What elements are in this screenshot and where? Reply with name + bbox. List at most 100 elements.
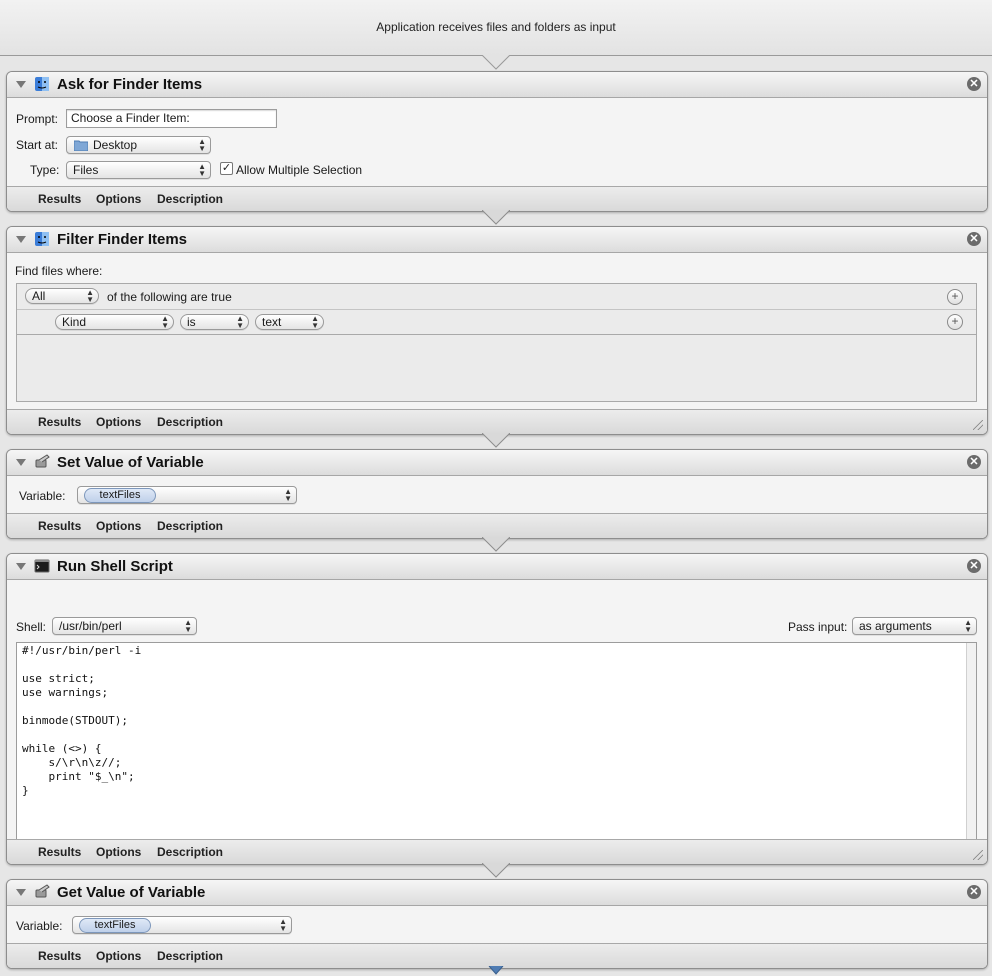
variable-popup[interactable]: textFiles ▲ ▼ bbox=[77, 486, 297, 504]
action-get-value-of-variable: Get Value of Variable ✕ Variable: textFi… bbox=[6, 879, 988, 969]
action-body: Shell: /usr/bin/perl ▲ ▼ Pass input: as a… bbox=[7, 580, 987, 864]
connector-arrow bbox=[482, 433, 510, 448]
popup-arrows-icon: ▲ ▼ bbox=[86, 288, 94, 304]
script-editor[interactable]: #!/usr/bin/perl -i use strict; use warni… bbox=[16, 642, 977, 856]
start-at-value: Desktop bbox=[93, 138, 138, 152]
close-icon[interactable]: ✕ bbox=[967, 885, 981, 899]
close-icon[interactable]: ✕ bbox=[967, 559, 981, 573]
action-footer: Results Options Description bbox=[7, 839, 987, 864]
variable-icon bbox=[35, 454, 50, 468]
match-suffix: of the following are true bbox=[107, 290, 232, 304]
connector-arrow bbox=[482, 537, 510, 552]
match-value: All bbox=[32, 289, 46, 303]
popup-arrows-icon: ▲ ▼ bbox=[964, 618, 972, 634]
options-tab[interactable]: Options bbox=[96, 519, 141, 533]
criterion-operator: is bbox=[187, 315, 196, 329]
action-run-shell-script: Run Shell Script ✕ Shell: /usr/bin/perl … bbox=[6, 553, 988, 865]
folder-icon bbox=[74, 140, 88, 151]
disclosure-triangle-icon[interactable] bbox=[16, 236, 26, 243]
action-title: Get Value of Variable bbox=[57, 884, 206, 901]
scrollbar[interactable] bbox=[966, 643, 976, 855]
allow-multiple-checkbox[interactable]: ✓ bbox=[220, 162, 233, 175]
description-tab[interactable]: Description bbox=[157, 949, 223, 963]
action-set-value-of-variable: Set Value of Variable ✕ Variable: textFi… bbox=[6, 449, 988, 539]
start-at-label: Start at: bbox=[16, 138, 59, 152]
criteria-box: All ▲ ▼ of the following are true + Kind … bbox=[16, 283, 977, 402]
resize-handle[interactable] bbox=[973, 850, 983, 860]
description-tab[interactable]: Description bbox=[157, 845, 223, 859]
popup-arrows-icon: ▲ ▼ bbox=[236, 314, 244, 330]
results-tab[interactable]: Results bbox=[38, 845, 81, 859]
disclosure-triangle-icon[interactable] bbox=[16, 563, 26, 570]
options-tab[interactable]: Options bbox=[96, 949, 141, 963]
prompt-input[interactable]: Choose a Finder Item: bbox=[66, 109, 277, 128]
popup-arrows-icon: ▲ ▼ bbox=[198, 162, 206, 178]
criteria-header-row: All ▲ ▼ of the following are true + bbox=[17, 284, 976, 310]
pass-input-value: as arguments bbox=[859, 619, 932, 633]
action-header: Set Value of Variable ✕ bbox=[7, 450, 987, 476]
resize-handle[interactable] bbox=[973, 420, 983, 430]
finder-icon bbox=[35, 232, 49, 246]
variable-label: Variable: bbox=[16, 919, 63, 933]
options-tab[interactable]: Options bbox=[96, 415, 141, 429]
add-criterion-button[interactable]: + bbox=[947, 314, 963, 330]
criterion-row: Kind ▲ ▼ is ▲ ▼ text ▲ ▼ + bbox=[17, 310, 976, 335]
description-tab[interactable]: Description bbox=[157, 192, 223, 206]
close-icon[interactable]: ✕ bbox=[967, 77, 981, 91]
action-filter-finder-items: Filter Finder Items ✕ Find files where: … bbox=[6, 226, 988, 435]
results-tab[interactable]: Results bbox=[38, 415, 81, 429]
disclosure-triangle-icon[interactable] bbox=[16, 459, 26, 466]
add-criterion-button[interactable]: + bbox=[947, 289, 963, 305]
options-tab[interactable]: Options bbox=[96, 192, 141, 206]
match-popup[interactable]: All ▲ ▼ bbox=[25, 288, 99, 304]
type-value: Files bbox=[73, 163, 99, 177]
popup-arrows-icon: ▲ ▼ bbox=[284, 487, 292, 503]
popup-arrows-icon: ▲ ▼ bbox=[311, 314, 319, 330]
disclosure-triangle-icon[interactable] bbox=[16, 889, 26, 896]
close-icon[interactable]: ✕ bbox=[967, 232, 981, 246]
connector-arrow bbox=[482, 863, 510, 878]
disclosure-triangle-icon[interactable] bbox=[16, 81, 26, 88]
shell-label: Shell: bbox=[16, 620, 47, 634]
close-icon[interactable]: ✕ bbox=[967, 455, 981, 469]
popup-arrows-icon: ▲ ▼ bbox=[184, 618, 192, 634]
find-files-label: Find files where: bbox=[15, 264, 103, 278]
results-tab[interactable]: Results bbox=[38, 949, 81, 963]
start-at-popup[interactable]: Desktop ▲ ▼ bbox=[66, 136, 211, 154]
options-tab[interactable]: Options bbox=[96, 845, 141, 859]
action-header: Filter Finder Items ✕ bbox=[7, 227, 987, 253]
finder-icon bbox=[35, 77, 49, 91]
criterion-field-popup[interactable]: Kind ▲ ▼ bbox=[55, 314, 174, 330]
allow-multiple-label: Allow Multiple Selection bbox=[236, 163, 363, 177]
action-title: Ask for Finder Items bbox=[57, 76, 203, 93]
description-tab[interactable]: Description bbox=[157, 519, 223, 533]
prompt-label: Prompt: bbox=[16, 112, 59, 126]
variable-label: Variable: bbox=[19, 489, 66, 503]
script-text[interactable]: #!/usr/bin/perl -i use strict; use warni… bbox=[17, 643, 976, 799]
shell-value: /usr/bin/perl bbox=[59, 619, 122, 633]
results-tab[interactable]: Results bbox=[38, 519, 81, 533]
criterion-operator-popup[interactable]: is ▲ ▼ bbox=[180, 314, 249, 330]
terminal-icon bbox=[34, 559, 50, 573]
criterion-field: Kind bbox=[62, 315, 87, 329]
action-header: Ask for Finder Items ✕ bbox=[7, 72, 987, 98]
action-title: Filter Finder Items bbox=[57, 231, 188, 248]
shell-popup[interactable]: /usr/bin/perl ▲ ▼ bbox=[52, 617, 197, 635]
type-popup[interactable]: Files ▲ ▼ bbox=[66, 161, 211, 179]
pass-input-label: Pass input: bbox=[788, 620, 848, 634]
variable-icon bbox=[35, 884, 50, 898]
action-title: Run Shell Script bbox=[57, 558, 173, 575]
variable-token: textFiles bbox=[84, 488, 156, 503]
action-header: Run Shell Script ✕ bbox=[7, 554, 987, 580]
variable-token: textFiles bbox=[79, 918, 151, 933]
type-label: Type: bbox=[30, 163, 60, 177]
connector-arrow bbox=[482, 55, 510, 70]
pass-input-popup[interactable]: as arguments ▲ ▼ bbox=[852, 617, 977, 635]
results-tab[interactable]: Results bbox=[38, 192, 81, 206]
description-tab[interactable]: Description bbox=[157, 415, 223, 429]
criterion-value-popup[interactable]: text ▲ ▼ bbox=[255, 314, 324, 330]
variable-popup[interactable]: textFiles ▲ ▼ bbox=[72, 916, 292, 934]
criterion-value: text bbox=[262, 315, 282, 329]
popup-arrows-icon: ▲ ▼ bbox=[198, 137, 206, 153]
action-footer: Results Options Description bbox=[7, 186, 987, 211]
